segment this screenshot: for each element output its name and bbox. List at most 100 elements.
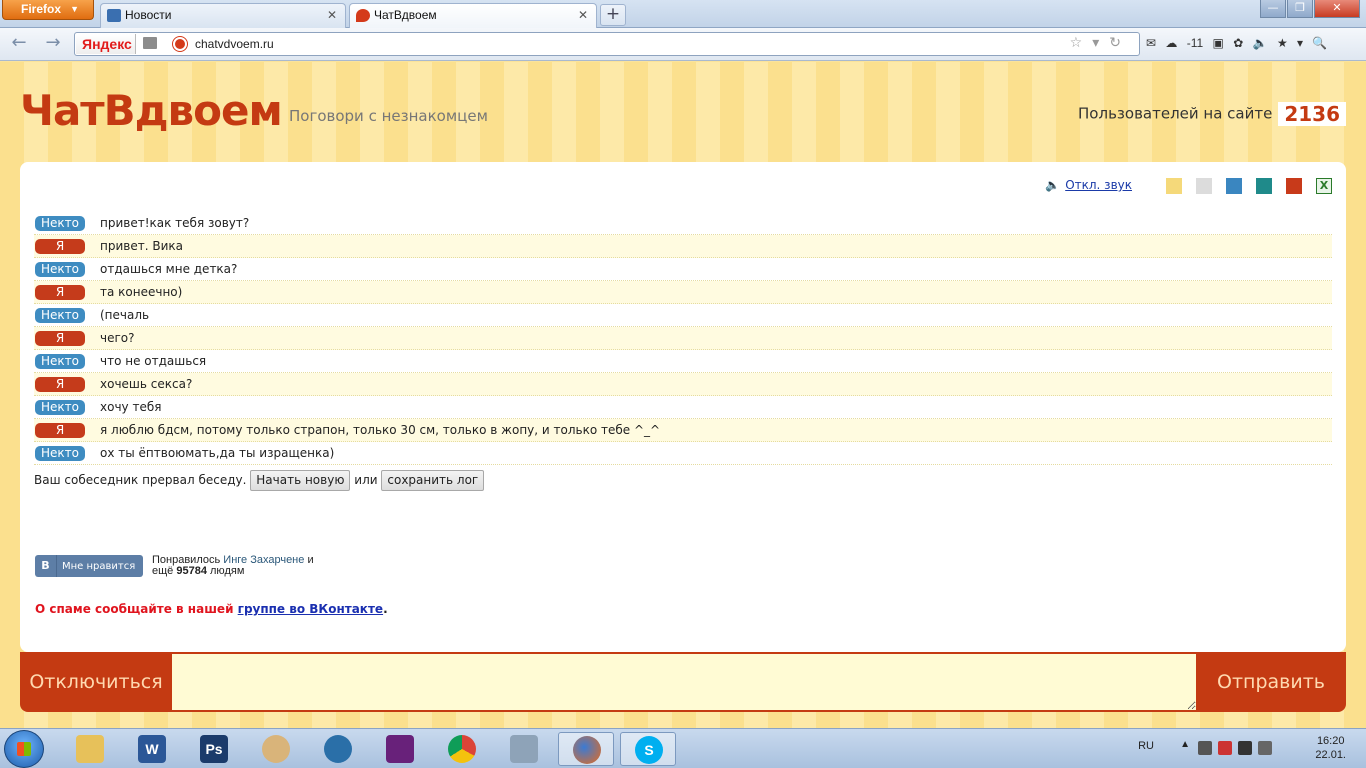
message-text: привет. Вика: [100, 239, 183, 253]
language-indicator[interactable]: RU: [1138, 740, 1154, 752]
clock-time: 16:20: [1316, 735, 1345, 747]
photoshop-icon[interactable]: Ps: [186, 732, 242, 766]
maximize-button[interactable]: ❐: [1287, 0, 1313, 18]
firefox-menu-button[interactable]: Firefox ▼: [2, 0, 94, 20]
users-online: Пользователей на сайте 2136: [1078, 102, 1346, 126]
send-button[interactable]: Отправить: [1196, 652, 1346, 712]
speaker-icon: 🔈: [1045, 178, 1061, 192]
clock-date: 22.01.: [1315, 749, 1346, 761]
address-bar[interactable]: Яндекс chatvdvoem.ru ☆▾↻: [74, 32, 1140, 56]
new-tab-button[interactable]: +: [600, 4, 626, 26]
theme-gray-swatch[interactable]: [1196, 178, 1212, 194]
tab-chat-title: ЧатВдвоем: [374, 8, 437, 22]
yandex-label: Яндекс: [82, 36, 132, 52]
message-text: чего?: [100, 331, 135, 345]
vk-group-link[interactable]: группе во ВКонтакте: [238, 602, 383, 616]
site-logo[interactable]: ЧатВдвоем: [20, 86, 283, 135]
close-icon[interactable]: ✕: [327, 4, 337, 27]
weather-icon[interactable]: ☁: [1165, 36, 1177, 50]
close-icon[interactable]: ✕: [578, 4, 588, 27]
spam-notice-end: .: [383, 602, 388, 616]
paint-icon[interactable]: [248, 732, 304, 766]
users-online-label: Пользователей на сайте: [1078, 104, 1273, 123]
message-text: та конеечно): [100, 285, 183, 299]
firefox-menu-label: Firefox: [21, 2, 62, 16]
excel-icon[interactable]: X: [1316, 178, 1332, 194]
tab-chat[interactable]: ЧатВдвоем ✕: [349, 3, 597, 28]
bookmarks-icon[interactable]: ▣: [1213, 36, 1224, 50]
theme-red-swatch[interactable]: [1286, 178, 1302, 194]
chat-toolbar: 🔈 Откл. звук X: [1032, 176, 1332, 196]
tab-news[interactable]: Новости ✕: [100, 3, 346, 28]
search-icon[interactable]: 🔍: [1312, 36, 1327, 50]
calculator-icon[interactable]: [496, 732, 552, 766]
vk-logo-icon: В: [35, 555, 57, 577]
theme-blue-swatch[interactable]: [1226, 178, 1242, 194]
vk-like-button[interactable]: В Мне нравится: [35, 555, 143, 577]
tab-news-title: Новости: [125, 8, 172, 22]
news-tab-icon: [107, 9, 121, 22]
mail-icon[interactable]: ✉: [1146, 36, 1156, 50]
speaker-icon[interactable]: 🔈: [1253, 36, 1268, 50]
tray-arrow-icon[interactable]: ▲: [1180, 739, 1190, 750]
message-text: что не отдашься: [100, 354, 207, 368]
chat-message: Япривет. Вика: [34, 235, 1332, 258]
firefox-icon[interactable]: [558, 732, 614, 766]
vk-more-prefix: ещё: [152, 565, 174, 577]
webcam-icon[interactable]: [310, 732, 366, 766]
vk-liked-and: и: [307, 554, 314, 566]
clock[interactable]: 16:20 22.01.: [1315, 734, 1346, 762]
conversation-ended-text: Ваш собеседник прервал беседу.: [34, 473, 247, 487]
yandex-search-button[interactable]: Яндекс: [76, 34, 136, 54]
chat-message: Некто отдашься мне детка?: [34, 258, 1332, 281]
chat-message: Некто что не отдашься: [34, 350, 1332, 373]
sender-badge: Некто: [35, 308, 85, 323]
addon-icon[interactable]: ✿: [1233, 36, 1243, 50]
message-text: привет!как тебя зовут?: [100, 216, 250, 230]
chevron-down-icon[interactable]: ▾: [1297, 36, 1303, 50]
chat-message: Ячего?: [34, 327, 1332, 350]
message-text: (печаль: [100, 308, 150, 322]
chrome-icon[interactable]: [434, 732, 490, 766]
menu-icon[interactable]: ★: [1277, 36, 1288, 50]
site-identity-icon[interactable]: [173, 37, 187, 51]
word-icon[interactable]: W: [124, 732, 180, 766]
bookmark-star-icon[interactable]: ☆: [1070, 35, 1093, 51]
message-text: хочешь секса?: [100, 377, 193, 391]
sound-toggle-link[interactable]: Откл. звук: [1065, 178, 1132, 192]
spam-notice: О спаме сообщайте в нашей группе во ВКон…: [35, 602, 388, 616]
visual-studio-icon[interactable]: [372, 732, 428, 766]
system-tray: RU ▲ 16:20 22.01.: [1126, 729, 1366, 768]
sender-badge: Я: [35, 285, 85, 300]
disconnect-button[interactable]: Отключиться: [20, 652, 172, 712]
message-text: хочу тебя: [100, 400, 162, 414]
theme-yellow-swatch[interactable]: [1166, 178, 1182, 194]
url-text[interactable]: chatvdvoem.ru: [195, 37, 274, 51]
tray-icons: [1198, 741, 1288, 755]
chat-message: Яя люблю бдсм, потому только страпон, то…: [34, 419, 1332, 442]
battery-icon[interactable]: [1238, 741, 1252, 755]
back-arrow-icon[interactable]: ←: [8, 33, 30, 55]
weather-temperature: -11: [1186, 36, 1204, 50]
theme-teal-swatch[interactable]: [1256, 178, 1272, 194]
save-log-button[interactable]: сохранить лог: [381, 470, 485, 491]
start-button[interactable]: [4, 730, 44, 768]
dropdown-icon[interactable]: ▾: [1092, 35, 1109, 51]
forward-arrow-icon[interactable]: →: [42, 33, 64, 55]
network-icon[interactable]: [1198, 741, 1212, 755]
reload-icon[interactable]: ↻: [1109, 35, 1131, 51]
conversation-ended: Ваш собеседник прервал беседу. Начать но…: [34, 465, 1332, 493]
sound-toggle[interactable]: 🔈 Откл. звук: [1045, 178, 1132, 192]
message-input[interactable]: [172, 654, 1196, 710]
explorer-icon[interactable]: [62, 732, 118, 766]
volume-icon[interactable]: [1258, 741, 1272, 755]
minimize-button[interactable]: —: [1260, 0, 1286, 18]
start-new-button[interactable]: Начать новую: [250, 470, 351, 491]
chat-message: Некто (печаль: [34, 304, 1332, 327]
security-icon[interactable]: [1218, 741, 1232, 755]
chat-page: ЧатВдвоем Поговори с незнакомцем Пользов…: [0, 62, 1366, 728]
skype-icon[interactable]: S: [620, 732, 676, 766]
vk-more-count: 95784: [176, 565, 207, 577]
close-window-button[interactable]: ✕: [1314, 0, 1360, 18]
sender-badge: Некто: [35, 216, 85, 231]
